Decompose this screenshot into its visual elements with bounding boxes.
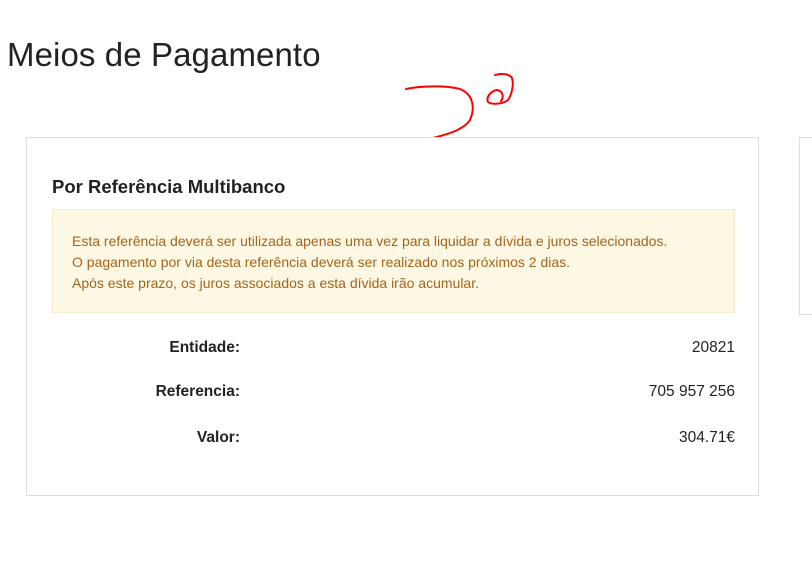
card-title: Por Referência Multibanco	[52, 176, 286, 197]
notice-line: Esta referência deverá ser utilizada ape…	[72, 233, 668, 249]
next-payment-card	[799, 137, 812, 315]
entity-label: Entidade:	[169, 339, 240, 356]
entity-row: Entidade: 20821	[52, 336, 735, 360]
notice-line: O pagamento por via desta referência dev…	[72, 254, 571, 270]
amount-value: 304.71€	[678, 429, 735, 446]
reference-label: Referencia:	[155, 383, 240, 400]
reference-row: Referencia: 705 957 256	[52, 380, 735, 404]
entity-value: 20821	[691, 339, 735, 356]
page: Meios de Pagamento Por Referência Multib…	[0, 0, 812, 563]
payment-notice: Esta referência deverá ser utilizada ape…	[52, 209, 735, 313]
page-title: Meios de Pagamento	[7, 36, 321, 73]
multibanco-payment-card: Por Referência Multibanco Esta referênci…	[26, 137, 759, 496]
reference-value: 705 957 256	[648, 383, 735, 400]
amount-row: Valor: 304.71€	[52, 426, 735, 450]
amount-label: Valor:	[196, 429, 240, 446]
notice-line: Após este prazo, os juros associados a e…	[72, 275, 479, 291]
